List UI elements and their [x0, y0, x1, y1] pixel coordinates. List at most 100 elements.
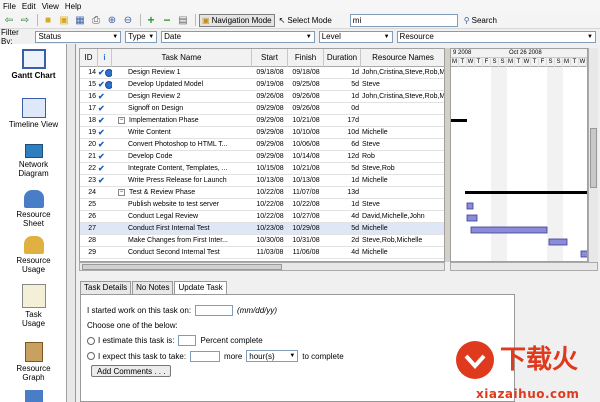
- task-name: Design Review 1: [128, 69, 181, 76]
- toolbar-separator: [195, 14, 196, 26]
- zoom-in-icon[interactable]: ⊕: [105, 14, 119, 27]
- start-cell: 10/15/08: [256, 165, 284, 172]
- forward-icon[interactable]: ⇨: [18, 14, 32, 27]
- grid-scroll-thumb[interactable]: [82, 264, 282, 270]
- table-row[interactable]: 16 ✔ Design Review 2 09/26/08 09/26/08 1d John…: [80, 91, 444, 103]
- table-row[interactable]: 14 ✔ Design Review 1 09/18/08 09/18/08 1d John…: [80, 67, 444, 79]
- save-icon[interactable]: ▦: [73, 14, 87, 27]
- estimate-radio[interactable]: [87, 336, 95, 345]
- sidebar-item-more[interactable]: [0, 390, 67, 402]
- remaining-input[interactable]: [190, 350, 221, 362]
- task-name: Signoff on Design: [128, 105, 184, 112]
- sidebar-item-resource-graph[interactable]: Resource Graph: [0, 342, 67, 382]
- table-row[interactable]: 21 ✔ Develop Code 09/29/08 10/14/08 12d Rob: [80, 151, 444, 163]
- add-icon[interactable]: +: [144, 13, 158, 27]
- start-date-input[interactable]: [195, 305, 234, 316]
- filter-type-select[interactable]: Type ▼: [125, 30, 158, 43]
- table-row[interactable]: 28 Make Changes from First Inter... 10/30/…: [80, 235, 444, 247]
- collapse-icon[interactable]: −: [118, 188, 125, 196]
- duration-cell: 1d: [351, 201, 359, 208]
- task-name-cell: Design Review 1: [112, 67, 252, 79]
- sidebar-item-timeline-view[interactable]: Timeline View: [0, 98, 67, 129]
- weekend-shade[interactable]: [555, 67, 563, 262]
- sidebar-item-network-diagram[interactable]: Network Diagram: [0, 144, 67, 178]
- table-row[interactable]: 26 Conduct Legal Review 10/22/08 10/27/08 4d…: [80, 211, 444, 223]
- task-bar[interactable]: [548, 238, 568, 246]
- table-row[interactable]: 22 ✔ Integrate Content, Templates, ... 10/1…: [80, 163, 444, 175]
- filter-date-select[interactable]: Date ▼: [161, 30, 315, 43]
- table-row[interactable]: 19 ✔ Write Content 09/29/08 10/10/08 10d Miche…: [80, 127, 444, 139]
- filter-resource-select[interactable]: Resource ▼: [396, 30, 596, 43]
- task-bar[interactable]: [470, 226, 548, 234]
- task-name-cell: Design Review 2: [112, 91, 252, 103]
- tab-notes[interactable]: No Notes: [132, 281, 174, 294]
- back-icon[interactable]: ⇦: [2, 14, 16, 27]
- menu-file[interactable]: File: [0, 2, 19, 11]
- sidebar-item-resource-sheet[interactable]: Resource Sheet: [0, 190, 67, 228]
- summary-bar[interactable]: [451, 119, 467, 122]
- collapse-icon[interactable]: −: [118, 116, 125, 124]
- print-icon[interactable]: ⎙: [89, 14, 103, 27]
- column-header-info[interactable]: i: [98, 49, 112, 67]
- remove-icon[interactable]: −: [160, 13, 174, 27]
- column-header-task-name[interactable]: Task Name: [112, 49, 252, 67]
- summary-bar[interactable]: [465, 191, 588, 194]
- tab-task-details[interactable]: Task Details: [80, 281, 132, 294]
- new-folder-icon[interactable]: ■: [41, 14, 55, 27]
- task-bar[interactable]: [580, 250, 588, 258]
- id-cell: 18: [88, 117, 96, 124]
- finish-cell: 10/10/08: [292, 129, 320, 136]
- select-mode-button[interactable]: ↖ Select Mode: [279, 16, 332, 25]
- gantt-scroll-thumb[interactable]: [590, 128, 597, 188]
- status-cell: [98, 211, 112, 223]
- table-row[interactable]: 15 ✔ Develop Updated Model 09/19/08 09/25/08…: [80, 79, 444, 91]
- search-button[interactable]: ⚲ Search: [464, 16, 497, 25]
- search-input[interactable]: mi: [349, 13, 458, 27]
- table-row[interactable]: 27 Conduct First Internal Test 10/23/08 10/…: [80, 223, 444, 235]
- expect-radio[interactable]: [87, 352, 95, 360]
- unit-select[interactable]: hour(s) ▼: [246, 350, 299, 362]
- task-name-cell: Develop Updated Model: [112, 79, 252, 91]
- table-row[interactable]: 24 − Test & Review Phase 10/22/08 11/07/08 13…: [80, 187, 444, 199]
- watermark-url: xiazaihuo.com: [476, 387, 580, 401]
- sidebar-item-resource-usage[interactable]: Resource Usage: [0, 236, 67, 274]
- menu-edit[interactable]: Edit: [19, 2, 39, 11]
- filter-level-select[interactable]: Level ▼: [318, 30, 393, 43]
- task-bar[interactable]: [466, 202, 474, 210]
- column-header-finish[interactable]: Finish: [288, 49, 324, 67]
- gantt-chart-pane: 9 2008 Oct 26 2008 MTWTFSSMTWTFSSMTW: [450, 48, 588, 262]
- filter-status-select[interactable]: Status ▼: [35, 30, 122, 43]
- table-row[interactable]: 17 ✔ Signoff on Design 09/29/08 09/26/08 0d: [80, 103, 444, 115]
- task-name-cell: Conduct First Internal Test: [112, 223, 252, 235]
- table-row[interactable]: 25 Publish website to test server 10/22/08…: [80, 199, 444, 211]
- column-header-resource-names[interactable]: Resource Names: [361, 49, 444, 67]
- tab-update-task[interactable]: Update Task: [174, 281, 227, 295]
- filter-label: Filter By:: [1, 27, 19, 46]
- open-folder-icon[interactable]: ▣: [57, 14, 71, 27]
- column-header-start[interactable]: Start: [252, 49, 288, 67]
- percent-input[interactable]: [178, 335, 197, 346]
- column-header-duration[interactable]: Duration: [324, 49, 361, 67]
- sidebar-item-task-usage[interactable]: Task Usage: [0, 284, 67, 328]
- zoom-out-icon[interactable]: ⊖: [121, 14, 135, 27]
- menu-view[interactable]: View: [39, 2, 62, 11]
- table-row[interactable]: 20 ✔ Convert Photoshop to HTML T... 09/29/0…: [80, 139, 444, 151]
- gantt-vertical-scrollbar[interactable]: [588, 48, 598, 262]
- table-row[interactable]: 18 ✔ − Implementation Phase 09/29/08 10/21/08…: [80, 115, 444, 127]
- sidebar-item-gantt-chart[interactable]: Gantt Chart: [0, 49, 67, 80]
- menu-help[interactable]: Help: [62, 2, 84, 11]
- gantt-horizontal-scrollbar[interactable]: [450, 262, 598, 271]
- sidebar-scrollbar[interactable]: [67, 44, 76, 402]
- weekend-shade[interactable]: [547, 67, 555, 262]
- add-comments-button[interactable]: Add Comments . . .: [91, 365, 172, 377]
- table-row[interactable]: 23 ✔ Write Press Release for Launch 10/13/0…: [80, 175, 444, 187]
- navigation-mode-button[interactable]: ▣ Navigation Mode: [199, 13, 275, 27]
- start-cell: 10/22/08: [256, 189, 284, 196]
- calendar-icon[interactable]: ▤: [176, 14, 190, 27]
- task-name-cell: Write Press Release for Launch: [112, 175, 252, 187]
- table-row[interactable]: 29 Conduct Second Internal Test 11/03/08 11…: [80, 247, 444, 259]
- calendar-icon: [24, 390, 43, 402]
- grid-horizontal-scrollbar[interactable]: [79, 262, 445, 271]
- task-bar[interactable]: [466, 214, 478, 222]
- column-header-id[interactable]: ID: [80, 49, 98, 67]
